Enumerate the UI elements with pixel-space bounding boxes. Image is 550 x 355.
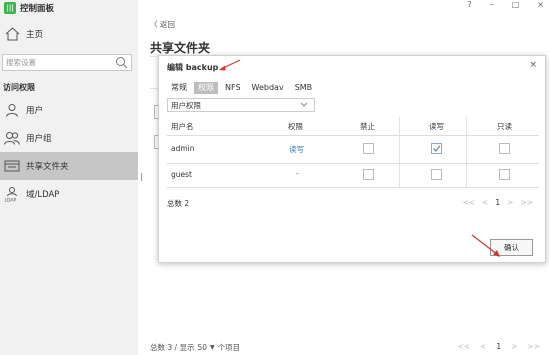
section-label-access: 访问权限 [3, 83, 35, 92]
first-page-button[interactable]: << [457, 342, 470, 351]
app-logo-icon: ||| [4, 2, 16, 14]
close-icon[interactable]: × [529, 60, 537, 70]
sidebar-item-shared-folders[interactable]: 共享文件夹 [0, 152, 138, 180]
table-row: admin 读写 [167, 137, 539, 163]
check-icon [433, 145, 441, 152]
sidebar-item-home[interactable]: 主页 [0, 20, 138, 48]
dialog-pagination: << < 1 > >> [462, 198, 533, 207]
sidebar: ||| 控制面板 主页 访问权限 用户 用户组 共享文件夹 LDAP [0, 0, 138, 355]
tab-permissions[interactable]: 权限 [194, 82, 218, 94]
sidebar-item-label: 用户组 [26, 134, 52, 144]
user-icon [4, 102, 20, 118]
read-only-checkbox[interactable] [499, 169, 510, 180]
tab-general[interactable]: 常规 [167, 82, 191, 94]
app-title-bar: ||| 控制面板 [4, 2, 54, 14]
row-divider [167, 187, 539, 188]
sidebar-item-user-groups[interactable]: 用户组 [0, 124, 138, 152]
page-title: 共享文件夹 [150, 41, 211, 55]
edit-share-dialog: 编辑 backup × 常规 权限 NFS Webdav SMB 用户权限 用户… [158, 55, 546, 263]
maximize-button[interactable]: □ [512, 0, 520, 9]
table-row: guest - [167, 163, 539, 189]
svg-text:LDAP: LDAP [5, 198, 17, 203]
last-page-button[interactable]: >> [520, 198, 533, 207]
search-icon[interactable] [115, 56, 128, 71]
first-page-button[interactable]: << [462, 198, 475, 207]
total-count-label: 总数 3 / 显示 [150, 343, 195, 352]
user-name: guest [171, 170, 192, 179]
sidebar-item-label: 用户 [26, 106, 44, 116]
tab-webdav[interactable]: Webdav [248, 82, 288, 94]
sidebar-item-label: 域/LDAP [26, 190, 60, 200]
permission-value[interactable]: - [296, 169, 299, 178]
read-write-checkbox[interactable] [431, 143, 442, 154]
sidebar-item-label: 共享文件夹 [26, 162, 69, 172]
background-scroll-handle [141, 173, 142, 181]
read-write-checkbox[interactable] [431, 169, 442, 180]
current-page: 1 [495, 198, 501, 207]
annotation-arrow-icon [219, 59, 241, 71]
permission-type-select[interactable]: 用户权限 [167, 98, 315, 112]
items-label: 个项目 [217, 343, 241, 352]
select-value: 用户权限 [171, 100, 201, 110]
ldap-icon: LDAP [4, 186, 20, 202]
next-page-button[interactable]: > [507, 198, 513, 207]
total-count: 总数 2 [167, 199, 190, 208]
permission-value[interactable]: 读写 [289, 144, 304, 155]
row-divider [167, 135, 539, 136]
column-header: 读写 [429, 122, 444, 131]
next-page-button[interactable]: > [511, 342, 517, 351]
table-header: 用户名 权限 禁止 读写 只读 [167, 119, 539, 133]
search-input[interactable] [6, 58, 114, 67]
sidebar-item-ldap[interactable]: LDAP 域/LDAP [0, 180, 138, 208]
prev-page-button[interactable]: < [480, 342, 486, 351]
divider [150, 88, 158, 89]
user-group-icon [4, 130, 20, 146]
column-header: 权限 [288, 122, 303, 131]
column-header: 禁止 [360, 122, 375, 131]
minimize-button[interactable]: – [490, 0, 494, 9]
column-header: 用户名 [171, 122, 194, 131]
sidebar-item-users[interactable]: 用户 [0, 96, 138, 124]
footer-pagination: << < 1 > >> [457, 342, 540, 351]
window-controls: ? – □ × [467, 0, 544, 9]
dialog-tabs: 常规 权限 NFS Webdav SMB [167, 82, 319, 94]
help-button[interactable]: ? [467, 0, 471, 9]
deny-checkbox[interactable] [363, 169, 374, 180]
read-only-checkbox[interactable] [499, 143, 510, 154]
sidebar-item-label: 主页 [26, 30, 44, 40]
settings-search-field[interactable] [2, 54, 132, 71]
column-header: 只读 [497, 122, 512, 131]
page-size-value[interactable]: 50 [197, 343, 207, 352]
tab-smb[interactable]: SMB [291, 82, 316, 94]
folder-list-footer: 总数 3 / 显示 50 ▼ 个项目 [150, 342, 240, 353]
back-link[interactable]: 〈 返回 [150, 19, 175, 30]
chevron-down-icon[interactable]: ▼ [210, 344, 215, 351]
tab-nfs[interactable]: NFS [221, 82, 245, 94]
home-icon [4, 26, 20, 42]
chevron-down-icon [300, 100, 308, 110]
prev-page-button[interactable]: < [482, 198, 488, 207]
dialog-title: 编辑 backup [167, 63, 219, 72]
current-page: 1 [496, 342, 502, 351]
close-window-button[interactable]: × [537, 0, 544, 9]
user-name: admin [171, 144, 195, 153]
app-title: 控制面板 [20, 4, 55, 14]
annotation-arrow-icon [471, 234, 500, 257]
last-page-button[interactable]: >> [527, 342, 540, 351]
shared-folder-icon [4, 158, 20, 174]
deny-checkbox[interactable] [363, 143, 374, 154]
